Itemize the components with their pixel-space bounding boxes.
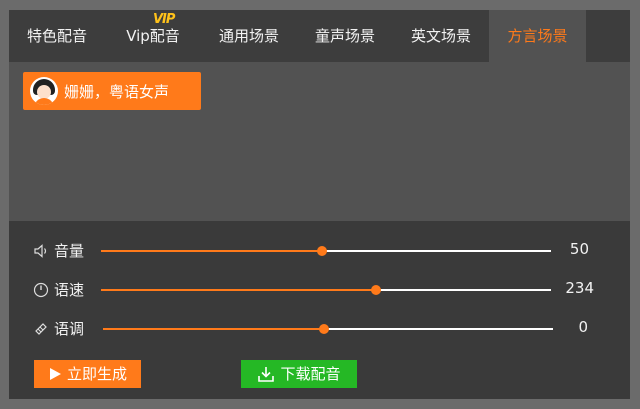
tab-general[interactable]: 通用场景 <box>201 10 297 62</box>
tone-slider-thumb[interactable] <box>318 324 329 334</box>
vip-badge-icon: VIP <box>153 12 175 27</box>
tone-slider[interactable] <box>103 324 553 334</box>
voice-option-label: 姗姗，粤语女声 <box>64 82 170 101</box>
tone-label: 语调 <box>54 320 85 338</box>
tab-english[interactable]: 英文场景 <box>393 10 489 62</box>
settings-panel: 音量 50 语速 234 语调 0 立即生成 下载配音 <box>9 221 630 399</box>
tab-dialect[interactable]: 方言场景 <box>489 10 586 62</box>
download-button[interactable]: 下载配音 <box>241 360 357 388</box>
tab-vip[interactable]: Vip配音 VIP <box>105 10 201 62</box>
volume-value: 50 <box>569 240 589 258</box>
avatar <box>30 77 58 105</box>
speed-label: 语速 <box>54 281 85 299</box>
play-icon <box>49 368 61 380</box>
speaker-icon <box>34 244 47 258</box>
speed-slider-thumb[interactable] <box>370 285 381 295</box>
generate-button[interactable]: 立即生成 <box>34 360 141 388</box>
tone-row: 语调 0 <box>9 316 630 342</box>
voice-option-shanshan[interactable]: 姗姗，粤语女声 <box>23 72 201 110</box>
dubbing-widget: 特色配音 Vip配音 VIP 通用场景 童声场景 英文场景 方言场景 姗姗，粤语女… <box>9 10 630 399</box>
volume-slider[interactable] <box>101 246 551 256</box>
tab-featured[interactable]: 特色配音 <box>9 10 105 62</box>
tab-children[interactable]: 童声场景 <box>297 10 393 62</box>
volume-slider-thumb[interactable] <box>316 246 327 256</box>
volume-row: 音量 50 <box>9 238 630 264</box>
category-tabs: 特色配音 Vip配音 VIP 通用场景 童声场景 英文场景 方言场景 <box>9 10 630 62</box>
speed-row: 语速 234 <box>9 277 630 303</box>
download-icon <box>258 367 275 382</box>
volume-label: 音量 <box>54 242 85 260</box>
tone-icon <box>35 323 47 335</box>
speedometer-icon <box>33 282 49 298</box>
tone-value: 0 <box>578 318 588 336</box>
speed-value: 234 <box>565 279 594 297</box>
speed-slider[interactable] <box>101 285 551 295</box>
